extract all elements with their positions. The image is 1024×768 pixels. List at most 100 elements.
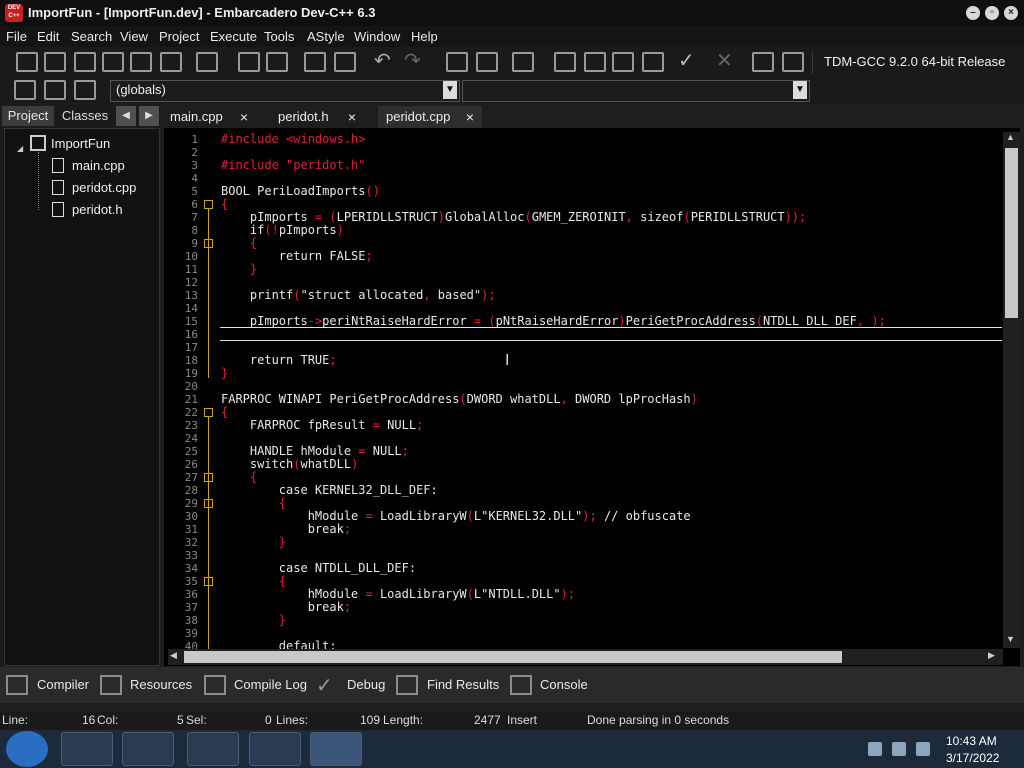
code-line[interactable]: hModule = LoadLibraryW(L"NTDLL.DLL"); xyxy=(221,587,575,601)
syntax-check-icon[interactable]: ✓ xyxy=(678,51,700,72)
close-tab-icon[interactable]: × xyxy=(240,106,248,128)
menu-search[interactable]: Search xyxy=(71,29,112,44)
menu-view[interactable]: View xyxy=(120,29,148,44)
new-file-icon[interactable] xyxy=(16,52,38,72)
toggle-bookmark-icon[interactable] xyxy=(334,52,356,72)
tree-file-main-cpp[interactable]: main.cpp xyxy=(72,158,125,173)
menu-edit[interactable]: Edit xyxy=(37,29,59,44)
code-line[interactable]: { xyxy=(221,470,257,484)
code-line[interactable]: case NTDLL_DLL_DEF: xyxy=(221,561,416,575)
menu-window[interactable]: Window xyxy=(354,29,400,44)
open-file-icon[interactable] xyxy=(44,52,66,72)
code-line[interactable]: { xyxy=(221,197,228,211)
close-all-icon[interactable] xyxy=(160,52,182,72)
function-dropdown-chevron-icon[interactable]: ▼ xyxy=(793,81,807,99)
editor-tab-peridot-cpp[interactable]: peridot.cpp × xyxy=(378,106,482,128)
devcpp-taskbar-icon[interactable] xyxy=(310,732,362,766)
scroll-left-arrow-icon[interactable]: ◀ xyxy=(170,650,177,661)
code-line[interactable]: printf("struct allocated, based"); xyxy=(221,288,496,302)
replace-icon[interactable] xyxy=(266,52,288,72)
network-icon[interactable] xyxy=(892,742,906,756)
volume-icon[interactable] xyxy=(916,742,930,756)
code-line[interactable]: } xyxy=(221,535,286,549)
tab-compile-log[interactable]: Compile Log xyxy=(234,677,307,692)
code-line[interactable]: FARPROC fpResult = NULL; xyxy=(221,418,423,432)
menu-project[interactable]: Project xyxy=(159,29,199,44)
minimize-button[interactable]: – xyxy=(966,6,980,20)
close-tab-icon[interactable]: × xyxy=(348,106,356,128)
code-line[interactable]: hModule = LoadLibraryW(L"KERNEL32.DLL");… xyxy=(221,509,691,523)
code-line[interactable]: #include <windows.h> xyxy=(221,132,366,146)
vertical-scrollbar[interactable]: ▲ ▼ xyxy=(1003,132,1020,648)
taskbar-clock-date[interactable]: 3/17/2022 xyxy=(946,751,999,765)
code-line[interactable]: pImports = (LPERIDLLSTRUCT)GlobalAlloc(G… xyxy=(221,210,806,224)
fold-toggle-icon[interactable] xyxy=(204,408,213,417)
compiler-select[interactable]: TDM-GCC 9.2.0 64-bit Release xyxy=(818,51,1024,73)
compile-run-icon[interactable] xyxy=(612,52,634,72)
bookmark-icon[interactable] xyxy=(44,80,66,100)
redo-icon[interactable]: ↷ xyxy=(404,51,426,72)
function-select[interactable] xyxy=(462,80,810,102)
tab-find-results[interactable]: Find Results xyxy=(427,677,499,692)
find-icon[interactable] xyxy=(238,52,260,72)
editor-tab-peridot-h[interactable]: peridot.h × xyxy=(270,106,364,128)
code-line[interactable]: #include "peridot.h" xyxy=(221,158,366,172)
media-player-taskbar-icon[interactable] xyxy=(122,732,174,766)
code-line[interactable]: { xyxy=(221,496,286,510)
rebuild-icon[interactable] xyxy=(642,52,664,72)
code-line[interactable]: BOOL PeriLoadImports() xyxy=(221,184,380,198)
menu-astyle[interactable]: AStyle xyxy=(307,29,345,44)
horizontal-scroll-thumb[interactable] xyxy=(184,651,842,663)
scope-dropdown-chevron-icon[interactable]: ▼ xyxy=(443,81,457,99)
comment-icon[interactable] xyxy=(512,52,534,72)
tree-project-label[interactable]: ImportFun xyxy=(51,136,110,151)
restore-button[interactable]: ▫ xyxy=(985,6,999,20)
bookmarks-icon[interactable] xyxy=(74,80,96,100)
profile-icon[interactable] xyxy=(752,52,774,72)
code-line[interactable]: return FALSE; xyxy=(221,249,373,263)
run-icon[interactable] xyxy=(584,52,606,72)
tree-expand-icon[interactable]: ◢ xyxy=(17,144,23,153)
horizontal-scrollbar[interactable]: ◀ ▶ xyxy=(168,649,1003,665)
tab-resources[interactable]: Resources xyxy=(130,677,192,692)
code-line[interactable]: break; xyxy=(221,600,351,614)
close-file-icon[interactable] xyxy=(130,52,152,72)
goto-line-icon[interactable] xyxy=(304,52,326,72)
code-line[interactable]: { xyxy=(221,574,286,588)
devcpp-app-icon[interactable]: DEV C++ xyxy=(5,4,23,22)
code-line[interactable]: } xyxy=(221,613,286,627)
code-line[interactable]: switch(whatDLL) xyxy=(221,457,358,471)
code-line[interactable]: return TRUE; xyxy=(221,353,337,367)
menu-file[interactable]: File xyxy=(6,29,27,44)
scroll-up-arrow-icon[interactable]: ▲ xyxy=(1006,132,1015,142)
close-window-button[interactable]: × xyxy=(1004,6,1018,20)
tab-project[interactable]: Project xyxy=(2,106,54,126)
vertical-scroll-thumb[interactable] xyxy=(1005,148,1018,318)
undo-icon[interactable]: ↶ xyxy=(374,51,396,72)
menu-tools[interactable]: Tools xyxy=(264,29,294,44)
delete-profile-icon[interactable] xyxy=(782,52,804,72)
code-line[interactable]: HANDLE hModule = NULL; xyxy=(221,444,409,458)
scroll-right-arrow-icon[interactable]: ▶ xyxy=(988,650,995,661)
tree-file-peridot-cpp[interactable]: peridot.cpp xyxy=(72,180,136,195)
tree-file-peridot-h[interactable]: peridot.h xyxy=(72,202,123,217)
code-line[interactable]: { xyxy=(221,405,228,419)
code-line[interactable]: FARPROC WINAPI PeriGetProcAddress(DWORD … xyxy=(221,392,698,406)
code-line[interactable]: case KERNEL32_DLL_DEF: xyxy=(221,483,438,497)
taskbar-clock-time[interactable]: 10:43 AM xyxy=(946,734,997,748)
notepad-plus-taskbar-icon[interactable] xyxy=(249,732,301,766)
panel-next-arrow-icon[interactable]: ▶ xyxy=(139,106,159,126)
new-project-icon[interactable] xyxy=(14,80,36,100)
explorer-taskbar-icon[interactable] xyxy=(61,732,113,766)
code-line[interactable]: pImports->periNtRaiseHardError = (pNtRai… xyxy=(221,314,886,328)
tab-debug[interactable]: Debug xyxy=(347,677,385,692)
tab-classes[interactable]: Classes xyxy=(58,106,112,126)
stop-execution-icon[interactable]: ✕ xyxy=(716,51,738,72)
scroll-down-arrow-icon[interactable]: ▼ xyxy=(1006,634,1015,644)
tab-console[interactable]: Console xyxy=(540,677,588,692)
panel-prev-arrow-icon[interactable]: ◀ xyxy=(116,106,136,126)
tab-compiler[interactable]: Compiler xyxy=(37,677,89,692)
indent-icon[interactable] xyxy=(446,52,468,72)
code-line[interactable]: if(!pImports) xyxy=(221,223,344,237)
editor-tab-main-cpp[interactable]: main.cpp × xyxy=(162,106,256,128)
